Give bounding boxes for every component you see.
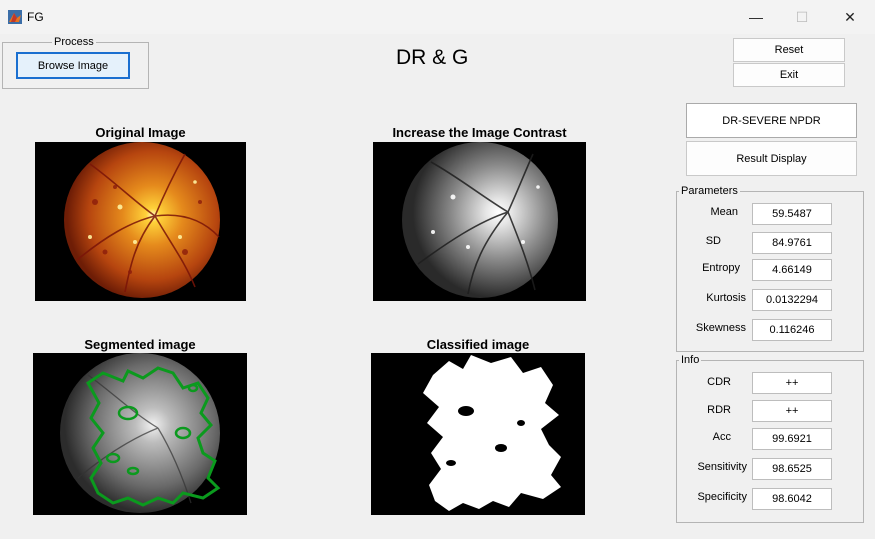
- minimize-button[interactable]: —: [742, 6, 770, 28]
- contrast-fundus-image: [373, 142, 586, 301]
- info-value-specificity: 98.6042: [752, 488, 832, 510]
- param-value-skewness: 0.116246: [752, 319, 832, 341]
- info-label-acc: Acc: [712, 431, 731, 443]
- info-value-cdr: ++: [752, 372, 832, 394]
- param-value-kurtosis: 0.0132294: [752, 289, 832, 311]
- param-value-entropy: 4.66149: [752, 259, 832, 281]
- param-label-skewness: Skewness: [695, 322, 746, 334]
- info-value-sensitivity: 98.6525: [752, 458, 832, 480]
- param-label-entropy: Entropy: [702, 262, 740, 274]
- classified-image-title: Classified image: [426, 337, 530, 352]
- info-label-specificity: Specificity: [697, 491, 747, 503]
- param-value-sd: 84.9761: [752, 232, 832, 254]
- segmented-fundus-image: [33, 353, 247, 515]
- close-button[interactable]: ✕: [836, 6, 864, 28]
- param-label-kurtosis: Kurtosis: [706, 292, 746, 304]
- info-label-sensitivity: Sensitivity: [697, 461, 747, 473]
- info-panel: Info CDR ++ RDR ++ Acc 99.6921 Sensitivi…: [676, 354, 864, 523]
- contrast-image-title: Increase the Image Contrast: [392, 125, 567, 140]
- param-value-mean: 59.5487: [752, 203, 832, 225]
- process-panel-title: Process: [52, 36, 96, 48]
- original-fundus-image: [35, 142, 246, 301]
- result-display-button[interactable]: Result Display: [686, 141, 857, 176]
- diagnosis-result: DR-SEVERE NPDR: [686, 103, 857, 138]
- app-heading: DR & G: [396, 46, 469, 69]
- title-bar: FG — ☐ ✕: [0, 0, 875, 34]
- info-value-acc: 99.6921: [752, 428, 832, 450]
- matlab-logo-icon: [8, 10, 22, 24]
- parameters-panel-title: Parameters: [679, 185, 740, 197]
- segmented-image-title: Segmented image: [84, 337, 196, 352]
- info-value-rdr: ++: [752, 400, 832, 422]
- info-label-cdr: CDR: [707, 376, 731, 388]
- maximize-button[interactable]: ☐: [788, 6, 816, 28]
- reset-button[interactable]: Reset: [733, 38, 845, 62]
- process-panel: Process Browse Image: [2, 36, 149, 89]
- info-label-rdr: RDR: [707, 404, 731, 416]
- param-label-sd: SD: [705, 235, 721, 247]
- original-image-title: Original Image: [95, 125, 186, 140]
- browse-image-button[interactable]: Browse Image: [16, 52, 130, 79]
- classified-binary-image: [371, 353, 585, 515]
- exit-button[interactable]: Exit: [733, 63, 845, 87]
- window-title: FG: [27, 10, 44, 24]
- param-label-mean: Mean: [710, 206, 738, 218]
- parameters-panel: Parameters Mean 59.5487 SD 84.9761 Entro…: [676, 185, 864, 352]
- info-panel-title: Info: [679, 354, 702, 366]
